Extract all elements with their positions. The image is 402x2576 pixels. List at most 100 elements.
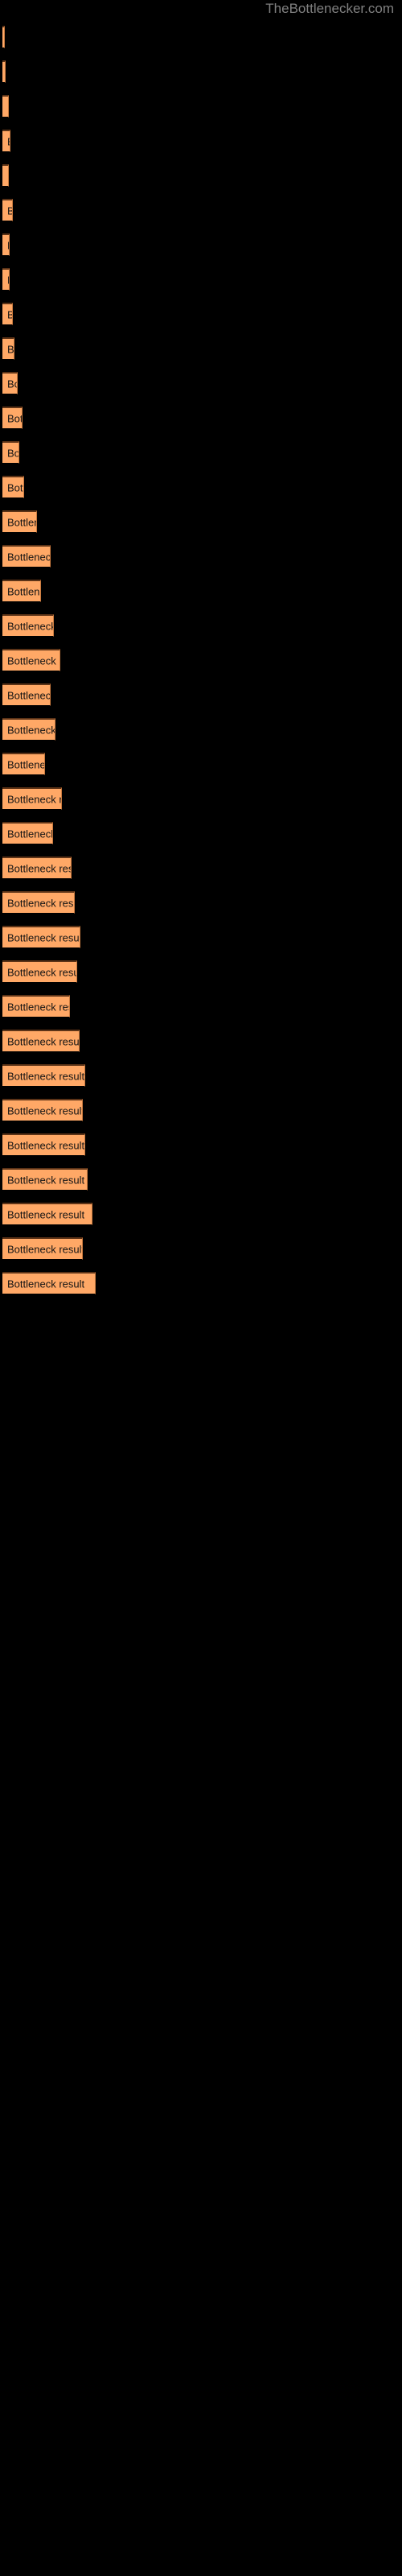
bar-label: Bottleneck result xyxy=(7,1278,85,1290)
bar[interactable]: Bottleneck result xyxy=(2,1203,92,1225)
bar-row: Bottleneck result xyxy=(0,1203,402,1225)
bar-label: Bottleneck result xyxy=(7,551,51,563)
bar-row: Bottleneck result xyxy=(0,476,402,498)
bar[interactable]: Bottleneck result xyxy=(2,857,72,879)
bar-row: Bottleneck result xyxy=(0,164,402,187)
bar[interactable]: Bottleneck result xyxy=(2,787,62,810)
bar-row: Bottleneck result xyxy=(0,441,402,464)
bar-row: Bottleneck result xyxy=(0,580,402,602)
bar[interactable]: Bottleneck result xyxy=(2,960,77,983)
bar-row: Bottleneck result xyxy=(0,857,402,879)
bar-label: Bottleneck result xyxy=(7,135,10,147)
bar[interactable]: Bottleneck result xyxy=(2,891,75,914)
bar[interactable]: Bottleneck result xyxy=(2,926,80,948)
bar-label: Bottleneck result xyxy=(7,378,17,390)
bar-row: Bottleneck result xyxy=(0,95,402,118)
bar-label: Bottleneck result xyxy=(7,654,59,667)
bar[interactable]: Bottleneck result xyxy=(2,822,53,844)
bar-label: Bottleneck result xyxy=(7,620,54,632)
bar[interactable]: Bottleneck result xyxy=(2,199,13,221)
bar-row: Bottleneck result xyxy=(0,60,402,83)
bar-label: Bottleneck result xyxy=(7,101,8,113)
bar-row: Bottleneck result xyxy=(0,718,402,741)
bar[interactable]: Bottleneck result xyxy=(2,1168,88,1191)
bar-row: Bottleneck result xyxy=(0,545,402,568)
bar[interactable]: Bottleneck result xyxy=(2,1099,83,1121)
bar-row: Bottleneck result xyxy=(0,822,402,844)
bar-row: Bottleneck result xyxy=(0,233,402,256)
bar-label: Bottleneck result xyxy=(7,724,55,736)
bar[interactable]: Bottleneck result xyxy=(2,407,23,429)
bar-row: Bottleneck result xyxy=(0,510,402,533)
bar-label: Bottleneck result xyxy=(7,481,23,493)
bar[interactable]: Bottleneck result xyxy=(2,1133,85,1156)
bar-row: Bottleneck result xyxy=(0,372,402,394)
bar-row: Bottleneck result xyxy=(0,268,402,291)
bar[interactable]: Bottleneck result xyxy=(2,60,6,83)
bar-label: Bottleneck result xyxy=(7,1174,85,1186)
bar-row: Bottleneck result xyxy=(0,407,402,429)
bar-label: Bottleneck result xyxy=(7,1208,85,1220)
bar-label: Bottleneck result xyxy=(7,170,8,182)
bar-row: Bottleneck result xyxy=(0,1064,402,1087)
bar[interactable]: Bottleneck result xyxy=(2,26,5,48)
bar-label: Bottleneck result xyxy=(7,689,51,701)
bar[interactable]: Bottleneck result xyxy=(2,130,10,152)
bar[interactable]: Bottleneck result xyxy=(2,683,51,706)
bar-row: Bottleneck result xyxy=(0,1133,402,1156)
bar[interactable]: Bottleneck result xyxy=(2,1064,85,1087)
page-root: TheBottlenecker.com Bottleneck resultBot… xyxy=(0,0,402,2576)
bar[interactable]: Bottleneck result xyxy=(2,753,45,775)
bar-label: Bottleneck result xyxy=(7,1243,83,1255)
bar[interactable]: Bottleneck result xyxy=(2,545,51,568)
bar[interactable]: Bottleneck result xyxy=(2,1272,96,1294)
bar-label: Bottleneck result xyxy=(7,516,36,528)
bar[interactable]: Bottleneck result xyxy=(2,303,13,325)
bar-row: Bottleneck result xyxy=(0,787,402,810)
bar[interactable]: Bottleneck result xyxy=(2,233,10,256)
bar-label: Bottleneck result xyxy=(7,308,12,320)
bar-label: Bottleneck result xyxy=(7,204,12,217)
bar-label: Bottleneck result xyxy=(7,758,45,770)
bar-row: Bottleneck result xyxy=(0,614,402,637)
bar[interactable]: Bottleneck result xyxy=(2,95,9,118)
bar-label: Bottleneck result xyxy=(7,828,53,840)
bar-row: Bottleneck result xyxy=(0,337,402,360)
bar-label: Bottleneck result xyxy=(7,931,80,943)
bar-row: Bottleneck result xyxy=(0,926,402,948)
bar-row: Bottleneck result xyxy=(0,995,402,1018)
bar-row: Bottleneck result xyxy=(0,1168,402,1191)
bar-row: Bottleneck result xyxy=(0,1237,402,1260)
bar[interactable]: Bottleneck result xyxy=(2,164,9,187)
bar[interactable]: Bottleneck result xyxy=(2,510,37,533)
bar[interactable]: Bottleneck result xyxy=(2,1237,83,1260)
bar-label: Bottleneck result xyxy=(7,897,74,909)
bottleneck-bar-chart: Bottleneck result Bottleneck result Bottle… xyxy=(0,0,402,2576)
bar-label: Bottleneck result xyxy=(7,1139,85,1151)
bar-label: Bottleneck result xyxy=(7,966,77,978)
bar[interactable]: Bottleneck result xyxy=(2,337,14,360)
bar-row: Bottleneck result xyxy=(0,960,402,983)
bar[interactable]: Bottleneck result xyxy=(2,649,60,671)
bar-row: Bottleneck result xyxy=(0,753,402,775)
bar[interactable]: Bottleneck result xyxy=(2,441,19,464)
bar[interactable]: Bottleneck result xyxy=(2,580,41,602)
bar-row: Bottleneck result xyxy=(0,199,402,221)
bar[interactable]: Bottleneck result xyxy=(2,372,18,394)
bar-label: Bottleneck result xyxy=(7,793,61,805)
bar[interactable]: Bottleneck result xyxy=(2,1030,80,1052)
bar-row: Bottleneck result xyxy=(0,303,402,325)
bar[interactable]: Bottleneck result xyxy=(2,718,55,741)
bar[interactable]: Bottleneck result xyxy=(2,995,70,1018)
bar-label: Bottleneck result xyxy=(7,862,71,874)
bar[interactable]: Bottleneck result xyxy=(2,476,24,498)
bar[interactable]: Bottleneck result xyxy=(2,268,10,291)
bar-row: Bottleneck result xyxy=(0,26,402,48)
bar[interactable]: Bottleneck result xyxy=(2,614,54,637)
bar-label: Bottleneck result xyxy=(7,1035,80,1047)
bar-row: Bottleneck result xyxy=(0,130,402,152)
bar-row: Bottleneck result xyxy=(0,1272,402,1294)
bar-label: Bottleneck result xyxy=(7,1001,69,1013)
bar-label: Bottleneck result xyxy=(7,343,14,355)
bar-row: Bottleneck result xyxy=(0,1099,402,1121)
